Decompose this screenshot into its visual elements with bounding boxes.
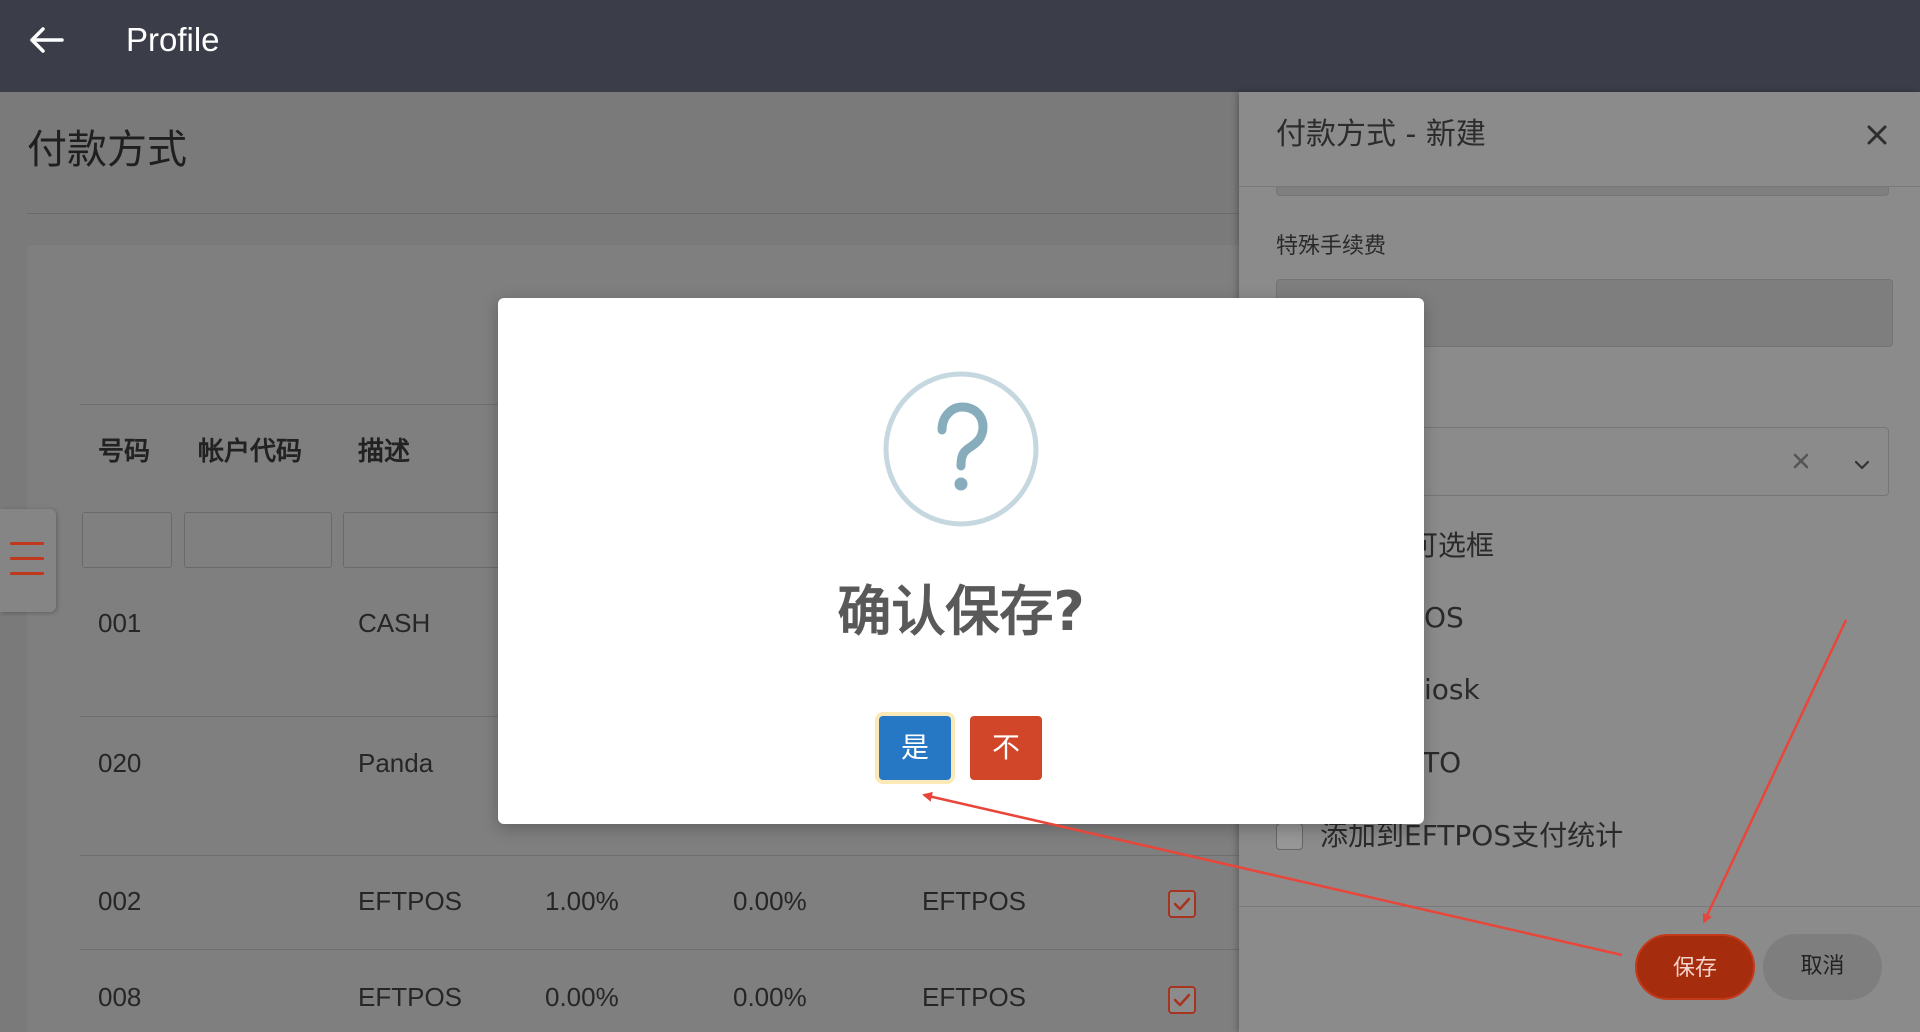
close-icon[interactable] [1866, 124, 1888, 146]
question-circle-icon [882, 370, 1040, 528]
chevron-down-icon[interactable] [1854, 457, 1870, 470]
option-label[interactable]: OS [1424, 601, 1464, 635]
scrolled-input[interactable] [1276, 187, 1889, 196]
clear-x-icon[interactable] [1792, 452, 1810, 470]
row-code: 001 [98, 608, 142, 638]
row-fee-1: 0.00% [545, 982, 619, 1012]
top-app-bar: Profile [0, 0, 1920, 92]
eftpos-stats-label[interactable]: 添加到EFTPOS支付统计 [1320, 819, 1623, 853]
option-label[interactable]: iosk [1424, 673, 1480, 707]
column-header-description[interactable]: 描述 [358, 437, 410, 467]
panel-title: 付款方式 - 新建 [1276, 117, 1486, 152]
filter-input-account-code[interactable] [184, 512, 332, 568]
row-description: EFTPOS [358, 982, 463, 1012]
column-header-code[interactable]: 号码 [98, 437, 150, 467]
row-checkbox-icon[interactable] [1168, 890, 1196, 918]
row-code: 020 [98, 748, 142, 778]
confirm-yes-button[interactable]: 是 [879, 716, 951, 780]
row-code: 008 [98, 982, 142, 1012]
save-button[interactable]: 保存 [1635, 934, 1755, 1000]
title-divider [27, 213, 1239, 214]
row-checkbox-icon[interactable] [1168, 986, 1196, 1014]
row-code: 002 [98, 886, 142, 916]
dialog-title: 确认保存? [837, 580, 1085, 643]
row-type: EFTPOS [922, 982, 1027, 1012]
row-type: EFTPOS [922, 886, 1027, 916]
page-title: 付款方式 [27, 127, 187, 173]
row-fee-2: 0.00% [733, 886, 807, 916]
eftpos-stats-checkbox[interactable] [1276, 823, 1303, 850]
row-divider [80, 855, 1239, 856]
row-divider [80, 949, 1239, 950]
panel-footer-divider [1239, 906, 1920, 907]
back-arrow-icon[interactable] [28, 26, 64, 54]
confirm-dialog: 确认保存? 是 不 [498, 298, 1424, 824]
side-menu-toggle[interactable] [0, 509, 56, 612]
cancel-button[interactable]: 取消 [1763, 934, 1882, 1000]
filter-input-description[interactable] [343, 512, 517, 568]
column-header-account-code[interactable]: 帐户代码 [198, 437, 302, 467]
row-description: CASH [358, 608, 431, 638]
filter-input-code[interactable] [82, 512, 172, 568]
row-description: EFTPOS [358, 886, 463, 916]
app-title: Profile [126, 21, 220, 58]
special-fee-label: 特殊手续费 [1276, 234, 1387, 259]
confirm-no-button[interactable]: 不 [970, 716, 1042, 780]
option-label[interactable]: TO [1422, 746, 1461, 780]
row-fee-1: 1.00% [545, 886, 619, 916]
row-description: Panda [358, 748, 434, 778]
row-fee-2: 0.00% [733, 982, 807, 1012]
